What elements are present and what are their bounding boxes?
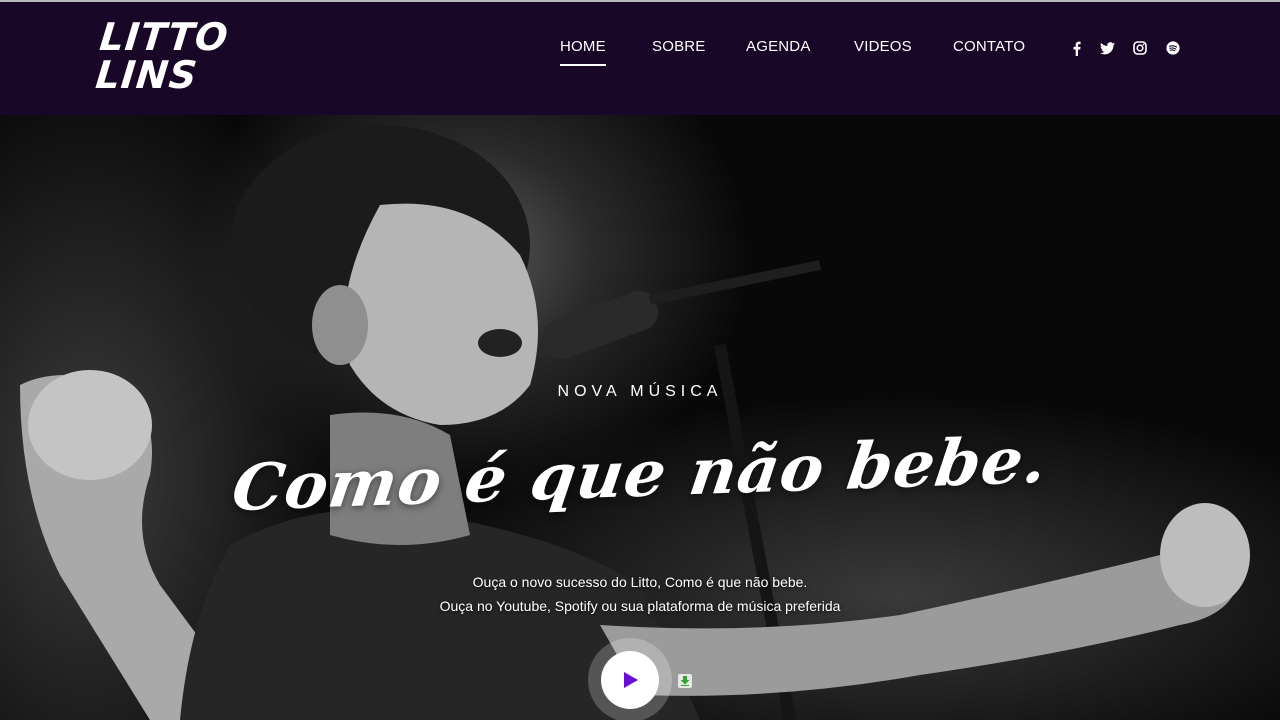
hero-section: NOVA MÚSICA Como é que não bebe. Ouça o … <box>0 115 1280 720</box>
nav-item-home[interactable]: HOME <box>560 38 606 66</box>
hero-description-line-1: Ouça o novo sucesso do Litto, Como é que… <box>472 574 808 590</box>
play-icon <box>624 672 638 688</box>
nav-item-agenda[interactable]: AGENDA <box>746 38 811 55</box>
nav-item-contato[interactable]: CONTATO <box>953 38 1025 55</box>
hero-description: Ouça o novo sucesso do Litto, Como é que… <box>0 570 1280 618</box>
page: LITTO LINS HOME SOBRE AGENDA VIDEOS CONT… <box>0 0 1280 720</box>
download-icon[interactable] <box>678 674 692 688</box>
nav-item-sobre[interactable]: SOBRE <box>652 38 706 55</box>
play-button[interactable] <box>588 638 672 720</box>
nav-item-videos[interactable]: VIDEOS <box>854 38 912 55</box>
play-button-inner[interactable] <box>601 651 659 709</box>
spotify-icon[interactable] <box>1163 38 1183 58</box>
site-header: LITTO LINS HOME SOBRE AGENDA VIDEOS CONT… <box>0 0 1280 115</box>
hero-kicker: NOVA MÚSICA <box>557 383 723 400</box>
hero-description-line-2: Ouça no Youtube, Spotify ou sua platafor… <box>439 598 841 614</box>
facebook-icon[interactable] <box>1066 38 1086 58</box>
instagram-icon[interactable] <box>1130 38 1150 58</box>
main-nav: HOME SOBRE AGENDA VIDEOS CONTATO <box>0 38 1280 68</box>
twitter-icon[interactable] <box>1097 38 1117 58</box>
